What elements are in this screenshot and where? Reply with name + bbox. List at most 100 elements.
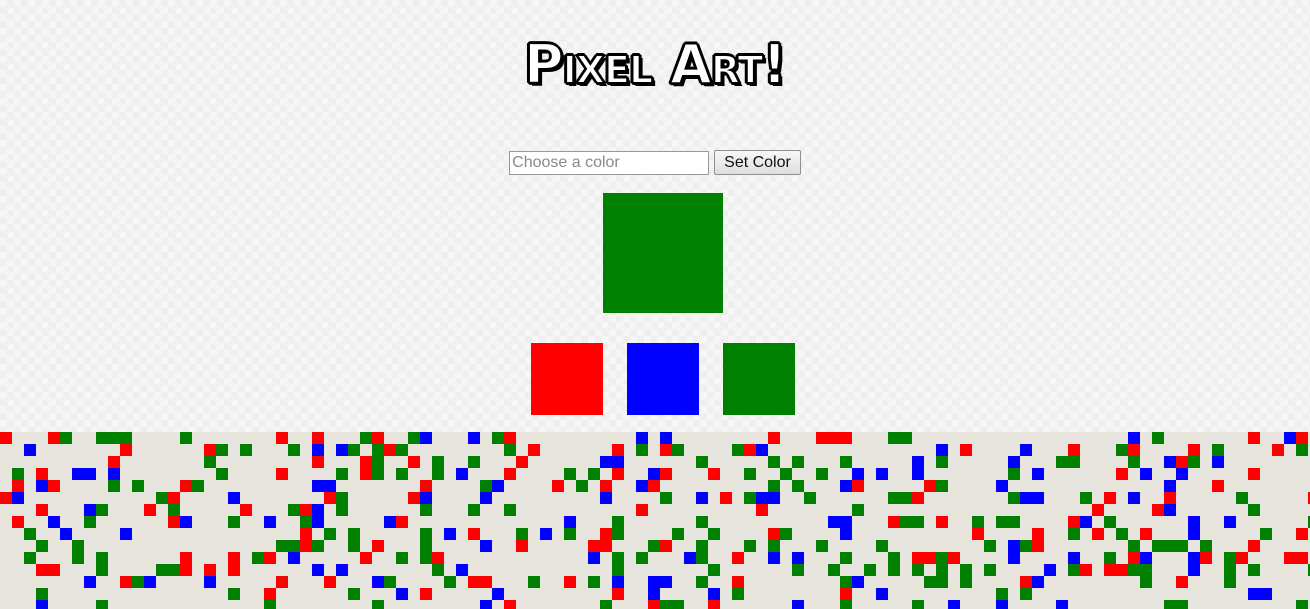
canvas-pixel[interactable] (444, 588, 456, 600)
canvas-pixel[interactable] (60, 528, 72, 540)
canvas-pixel[interactable] (888, 600, 900, 609)
palette-swatch-red[interactable] (531, 343, 603, 415)
canvas-pixel[interactable] (1296, 600, 1308, 609)
canvas-pixel[interactable] (372, 444, 384, 456)
canvas-pixel[interactable] (300, 600, 312, 609)
canvas-pixel[interactable] (216, 552, 228, 564)
canvas-pixel[interactable] (516, 504, 528, 516)
canvas-pixel[interactable] (120, 468, 132, 480)
canvas-pixel[interactable] (1296, 492, 1308, 504)
canvas-pixel[interactable] (324, 600, 336, 609)
canvas-pixel[interactable] (624, 480, 636, 492)
canvas-pixel[interactable] (1044, 492, 1056, 504)
canvas-pixel[interactable] (768, 552, 780, 564)
canvas-pixel[interactable] (12, 444, 24, 456)
canvas-pixel[interactable] (1176, 480, 1188, 492)
canvas-pixel[interactable] (408, 444, 420, 456)
canvas-pixel[interactable] (720, 444, 732, 456)
canvas-pixel[interactable] (600, 564, 612, 576)
canvas-pixel[interactable] (600, 480, 612, 492)
canvas-pixel[interactable] (600, 444, 612, 456)
canvas-pixel[interactable] (768, 576, 780, 588)
canvas-pixel[interactable] (96, 480, 108, 492)
canvas-pixel[interactable] (384, 492, 396, 504)
canvas-pixel[interactable] (456, 504, 468, 516)
canvas-pixel[interactable] (120, 552, 132, 564)
canvas-pixel[interactable] (1188, 552, 1200, 564)
canvas-pixel[interactable] (264, 576, 276, 588)
canvas-pixel[interactable] (372, 504, 384, 516)
canvas-pixel[interactable] (1008, 516, 1020, 528)
canvas-pixel[interactable] (276, 456, 288, 468)
canvas-pixel[interactable] (828, 552, 840, 564)
canvas-pixel[interactable] (240, 492, 252, 504)
canvas-pixel[interactable] (1140, 444, 1152, 456)
canvas-pixel[interactable] (564, 468, 576, 480)
canvas-pixel[interactable] (1296, 588, 1308, 600)
canvas-pixel[interactable] (972, 456, 984, 468)
canvas-pixel[interactable] (48, 552, 60, 564)
canvas-pixel[interactable] (252, 540, 264, 552)
canvas-pixel[interactable] (312, 468, 324, 480)
canvas-pixel[interactable] (1068, 492, 1080, 504)
canvas-pixel[interactable] (252, 468, 264, 480)
canvas-pixel[interactable] (204, 456, 216, 468)
canvas-pixel[interactable] (816, 468, 828, 480)
canvas-pixel[interactable] (1224, 480, 1236, 492)
canvas-pixel[interactable] (780, 576, 792, 588)
canvas-pixel[interactable] (924, 564, 936, 576)
canvas-pixel[interactable] (324, 564, 336, 576)
canvas-pixel[interactable] (1284, 432, 1296, 444)
canvas-pixel[interactable] (1128, 588, 1140, 600)
canvas-pixel[interactable] (156, 564, 168, 576)
canvas-pixel[interactable] (1212, 528, 1224, 540)
canvas-pixel[interactable] (780, 540, 792, 552)
canvas-pixel[interactable] (516, 516, 528, 528)
canvas-pixel[interactable] (972, 504, 984, 516)
canvas-pixel[interactable] (648, 600, 660, 609)
canvas-pixel[interactable] (1260, 600, 1272, 609)
canvas-pixel[interactable] (1116, 588, 1128, 600)
canvas-pixel[interactable] (996, 480, 1008, 492)
canvas-pixel[interactable] (612, 444, 624, 456)
canvas-pixel[interactable] (912, 444, 924, 456)
canvas-pixel[interactable] (180, 444, 192, 456)
canvas-pixel[interactable] (348, 564, 360, 576)
canvas-pixel[interactable] (444, 540, 456, 552)
canvas-pixel[interactable] (1212, 456, 1224, 468)
canvas-pixel[interactable] (324, 516, 336, 528)
canvas-pixel[interactable] (336, 468, 348, 480)
canvas-pixel[interactable] (888, 564, 900, 576)
canvas-pixel[interactable] (336, 480, 348, 492)
canvas-pixel[interactable] (360, 492, 372, 504)
canvas-pixel[interactable] (408, 600, 420, 609)
canvas-pixel[interactable] (1044, 600, 1056, 609)
canvas-pixel[interactable] (408, 504, 420, 516)
canvas-pixel[interactable] (732, 552, 744, 564)
canvas-pixel[interactable] (588, 552, 600, 564)
canvas-pixel[interactable] (36, 600, 48, 609)
canvas-pixel[interactable] (204, 600, 216, 609)
canvas-pixel[interactable] (360, 552, 372, 564)
canvas-pixel[interactable] (420, 576, 432, 588)
canvas-pixel[interactable] (288, 504, 300, 516)
canvas-pixel[interactable] (1068, 480, 1080, 492)
canvas-pixel[interactable] (864, 552, 876, 564)
canvas-pixel[interactable] (1056, 444, 1068, 456)
canvas-pixel[interactable] (840, 516, 852, 528)
canvas-pixel[interactable] (1008, 576, 1020, 588)
canvas-pixel[interactable] (60, 492, 72, 504)
canvas-pixel[interactable] (360, 588, 372, 600)
canvas-pixel[interactable] (420, 456, 432, 468)
canvas-pixel[interactable] (1236, 576, 1248, 588)
canvas-pixel[interactable] (396, 576, 408, 588)
canvas-pixel[interactable] (552, 540, 564, 552)
canvas-pixel[interactable] (396, 492, 408, 504)
canvas-pixel[interactable] (456, 456, 468, 468)
canvas-pixel[interactable] (504, 588, 516, 600)
canvas-pixel[interactable] (132, 480, 144, 492)
canvas-pixel[interactable] (840, 600, 852, 609)
canvas-pixel[interactable] (564, 516, 576, 528)
canvas-pixel[interactable] (408, 528, 420, 540)
canvas-pixel[interactable] (1020, 552, 1032, 564)
